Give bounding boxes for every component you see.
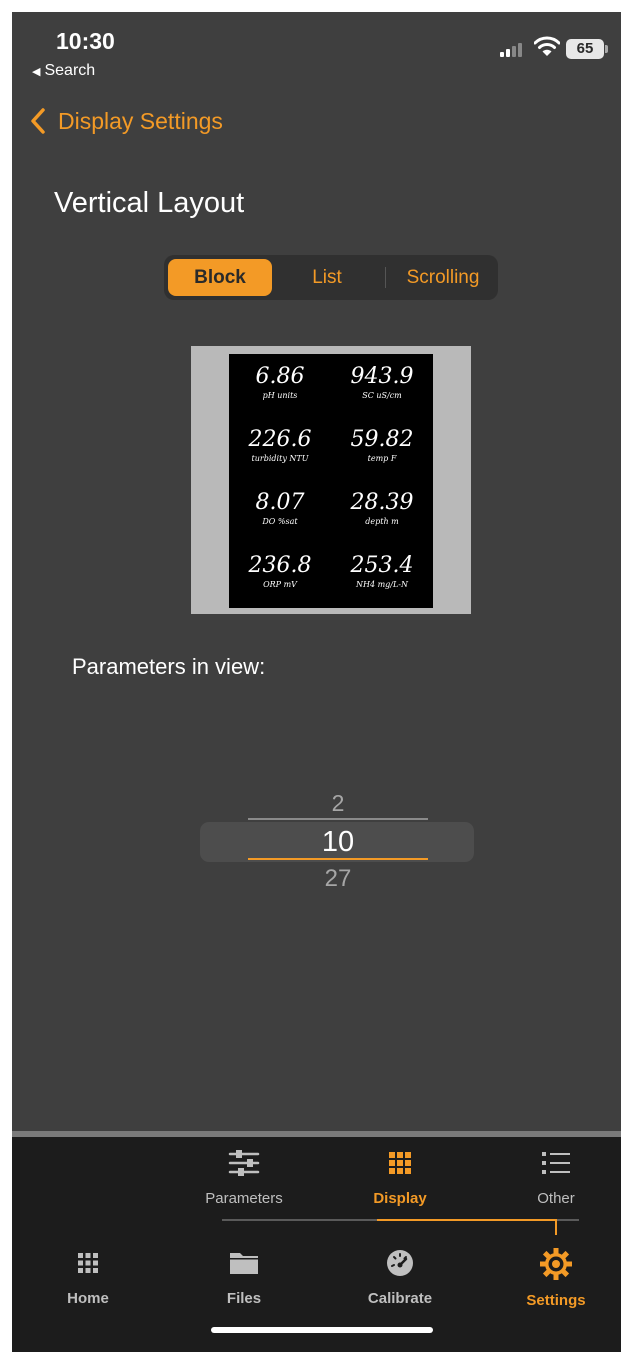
subtab-display[interactable]: Display <box>340 1147 460 1207</box>
segment-block[interactable]: Block <box>168 259 272 296</box>
layout-segmented-control: Block List Scrolling <box>164 255 498 300</box>
preview-unit: temp F <box>367 454 397 463</box>
subtab-display-label: Display <box>373 1190 427 1207</box>
status-time: 10:30 <box>56 28 115 54</box>
preview-cell: 8.07 DO %sat <box>229 480 331 543</box>
home-indicator[interactable] <box>211 1327 433 1333</box>
wifi-icon <box>534 36 560 56</box>
preview-value: 59.82 <box>350 427 414 452</box>
preview-unit: depth m <box>365 517 399 526</box>
folder-icon <box>230 1253 258 1274</box>
preview-value: 8.07 <box>255 490 305 515</box>
back-to-search-link[interactable]: ◀ Search <box>32 62 95 80</box>
preview-value: 253.4 <box>350 553 414 578</box>
subtab-other-label: Other <box>537 1190 575 1207</box>
picker-option[interactable]: 27 <box>248 865 428 893</box>
list-icon <box>542 1152 570 1174</box>
preview-unit: turbidity NTU <box>251 454 309 463</box>
battery-icon: 65 <box>566 39 604 59</box>
picker-option[interactable]: 2 <box>248 790 428 817</box>
preview-cell: 6.86 pH units <box>229 354 331 417</box>
subtab-track-end <box>555 1219 579 1221</box>
preview-value: 6.86 <box>255 364 305 389</box>
tab-home-label: Home <box>67 1290 109 1307</box>
preview-cell: 236.8 ORP mV <box>229 543 331 606</box>
segment-list[interactable]: List <box>276 259 378 296</box>
back-triangle-icon: ◀ <box>32 66 41 78</box>
tab-calibrate-label: Calibrate <box>367 1290 433 1307</box>
subtab-parameters[interactable]: Parameters <box>184 1147 304 1207</box>
picker-top-line <box>248 818 428 820</box>
preview-value: 28.39 <box>350 490 414 515</box>
tab-settings[interactable]: Settings <box>496 1247 616 1309</box>
sliders-icon <box>228 1150 260 1176</box>
segment-divider <box>385 267 386 288</box>
tab-settings-label: Settings <box>526 1292 586 1309</box>
battery-nub <box>605 45 608 53</box>
preview-value: 943.9 <box>350 364 414 389</box>
indicator-connector <box>555 1219 557 1235</box>
main-tabbar: Home Files Calibrate Settings <box>12 1235 621 1352</box>
subtab-parameters-label: Parameters <box>205 1190 283 1207</box>
preview-unit: SC uS/cm <box>362 391 402 400</box>
phone-screen: 10:30 ◀ Search 65 Display Settings Vertic… <box>12 12 621 1352</box>
picker-selected-option[interactable]: 10 <box>248 826 428 859</box>
page-title: Vertical Layout <box>54 187 245 219</box>
preview-unit: ORP mV <box>263 580 297 589</box>
display-sub-tabbar: Parameters Display Other <box>12 1137 621 1235</box>
preview-unit: DO %sat <box>262 517 298 526</box>
preview-cell: 943.9 SC uS/cm <box>331 354 433 417</box>
subtab-other[interactable]: Other <box>496 1147 616 1207</box>
back-button[interactable]: Display Settings <box>30 104 223 138</box>
gauge-icon <box>387 1250 413 1276</box>
subtab-active-indicator <box>377 1219 555 1221</box>
back-button-label: Display Settings <box>58 107 223 134</box>
gear-icon <box>540 1248 572 1280</box>
tab-calibrate[interactable]: Calibrate <box>340 1247 460 1307</box>
tab-files[interactable]: Files <box>184 1247 304 1307</box>
tab-home[interactable]: Home <box>28 1247 148 1307</box>
preview-cell: 59.82 temp F <box>331 417 433 480</box>
preview-unit: NH4 mg/L-N <box>355 580 409 589</box>
layout-preview: 6.86 pH units 943.9 SC uS/cm 226.6 turbi… <box>191 346 471 614</box>
preview-screen: 6.86 pH units 943.9 SC uS/cm 226.6 turbi… <box>229 354 433 608</box>
subtab-track <box>222 1219 377 1221</box>
grid-icon <box>389 1152 411 1174</box>
back-to-search-label: Search <box>44 62 96 79</box>
cellular-signal-icon <box>500 43 526 57</box>
preview-value: 236.8 <box>248 553 312 578</box>
preview-cell: 253.4 NH4 mg/L-N <box>331 543 433 606</box>
preview-unit: pH units <box>262 391 298 400</box>
segment-scrolling[interactable]: Scrolling <box>392 259 494 296</box>
tab-files-label: Files <box>226 1290 262 1307</box>
grid-icon <box>78 1253 98 1273</box>
preview-cell: 28.39 depth m <box>331 480 433 543</box>
parameters-in-view-label: Parameters in view: <box>72 654 266 679</box>
preview-value: 226.6 <box>248 427 312 452</box>
preview-cell: 226.6 turbidity NTU <box>229 417 331 480</box>
chevron-left-icon <box>31 108 45 134</box>
